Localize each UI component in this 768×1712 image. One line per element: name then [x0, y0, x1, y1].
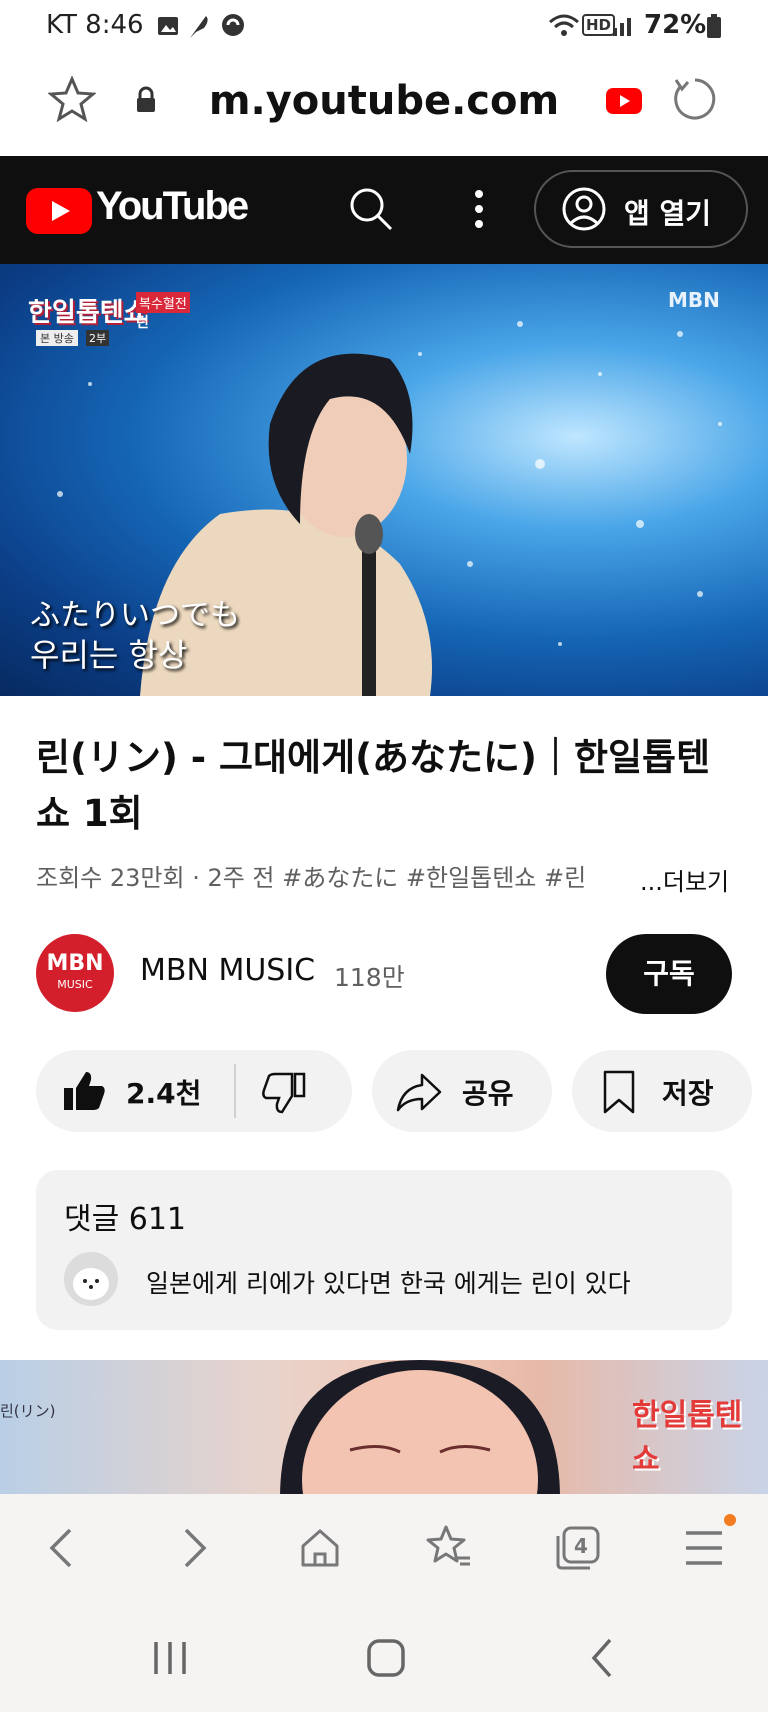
- comments-section[interactable]: 댓글 611 일본에게 리에가 있다면 한국 에게는 린이 있다: [36, 1170, 732, 1330]
- channel-avatar[interactable]: MBN MUSIC: [36, 934, 114, 1012]
- system-navigation-bar: [0, 1602, 768, 1712]
- url-text[interactable]: m.youtube.com: [0, 78, 768, 124]
- share-icon: [396, 1072, 442, 1112]
- avatar-text: MBN: [46, 951, 104, 976]
- next-video-left-label: 린(リン): [0, 1402, 56, 1420]
- like-divider: [234, 1064, 236, 1118]
- youtube-logo[interactable]: [26, 188, 92, 234]
- browser-url-bar: m.youtube.com: [0, 52, 768, 156]
- like-dislike-group: 2.4천: [36, 1050, 352, 1132]
- sync-icon: [220, 12, 246, 38]
- signal-icon: [612, 14, 636, 36]
- reload-icon[interactable]: [672, 76, 718, 122]
- thumbs-up-icon: [62, 1070, 106, 1112]
- search-icon[interactable]: [348, 186, 394, 232]
- youtube-logo-text: YouTube: [96, 184, 249, 228]
- battery-percent: 72%: [644, 10, 707, 40]
- battery-icon: [706, 14, 722, 38]
- video-player[interactable]: 한일톱텐쇼 복수혈전 린 본 방송 2부 MBN ふたりいつでも 우리는 항상: [0, 264, 768, 696]
- feather-icon: [186, 12, 212, 40]
- save-button[interactable]: 저장: [572, 1050, 752, 1132]
- notification-dot: [724, 1514, 736, 1526]
- back-icon[interactable]: [46, 1526, 76, 1570]
- bookmarks-icon[interactable]: [424, 1524, 472, 1570]
- youtube-app-icon[interactable]: [606, 88, 642, 114]
- commenter-avatar: [64, 1252, 118, 1306]
- subtitle-japanese: ふたりいつでも: [30, 598, 240, 633]
- more-vertical-icon[interactable]: [472, 186, 486, 232]
- more-link[interactable]: ...더보기: [640, 862, 729, 897]
- forward-icon[interactable]: [180, 1526, 210, 1570]
- dislike-button[interactable]: [238, 1050, 352, 1132]
- youtube-header: YouTube 앱 열기: [0, 156, 768, 264]
- subscribe-button[interactable]: 구독: [606, 934, 732, 1014]
- thumbs-down-icon: [262, 1072, 306, 1114]
- next-video-thumbnail[interactable]: 린(リン) 한일톱텐쇼: [0, 1360, 768, 1498]
- subscriber-count: 118만: [334, 963, 405, 992]
- recent-apps-icon[interactable]: [152, 1640, 188, 1676]
- status-bar: KT 8:46 HD 72%: [0, 0, 768, 52]
- hd-badge: HD: [582, 14, 616, 36]
- top-comment: 일본에게 리에가 있다면 한국 에게는 린이 있다: [146, 1269, 631, 1298]
- broadcast-part: 2부: [86, 330, 110, 346]
- gallery-icon: [156, 14, 180, 38]
- system-back-icon[interactable]: [590, 1638, 614, 1678]
- next-video-right-logo: 한일톱텐쇼: [632, 1398, 743, 1477]
- comments-count: 댓글 611: [64, 1202, 186, 1237]
- avatar-subtext: MUSIC: [57, 978, 93, 991]
- menu-icon[interactable]: [684, 1530, 724, 1566]
- video-title[interactable]: 린(リン) - 그대에게(あなたに)｜한일톱텐쇼 1회: [36, 730, 736, 842]
- browser-toolbar: 4: [0, 1494, 768, 1602]
- broadcast-label: 본 방송: [36, 330, 78, 346]
- share-label: 공유: [462, 1077, 514, 1110]
- open-app-button[interactable]: 앱 열기: [534, 170, 748, 248]
- carrier-time: KT 8:46: [46, 10, 144, 40]
- subtitle-korean: 우리는 항상: [30, 636, 188, 674]
- channel-watermark: MBN: [668, 288, 720, 312]
- video-meta[interactable]: 조회수 23만회 · 2주 전 #あなたに #한일톱텐쇼 #린: [36, 858, 586, 893]
- bookmark-icon: [602, 1070, 636, 1114]
- like-button[interactable]: 2.4천: [36, 1050, 232, 1132]
- share-button[interactable]: 공유: [372, 1050, 552, 1132]
- wifi-icon: [548, 14, 580, 38]
- open-app-label: 앱 열기: [624, 197, 712, 230]
- save-label: 저장: [662, 1077, 714, 1110]
- tabs-count: 4: [574, 1534, 588, 1558]
- home-button-icon[interactable]: [366, 1638, 406, 1678]
- show-logo: 한일톱텐쇼: [28, 298, 148, 328]
- like-count: 2.4천: [126, 1077, 202, 1110]
- show-badge: 복수혈전: [136, 292, 190, 313]
- show-badge-name: 린: [136, 315, 149, 331]
- channel-name[interactable]: MBN MUSIC: [140, 953, 315, 988]
- account-icon: [562, 187, 606, 231]
- home-icon[interactable]: [298, 1526, 342, 1570]
